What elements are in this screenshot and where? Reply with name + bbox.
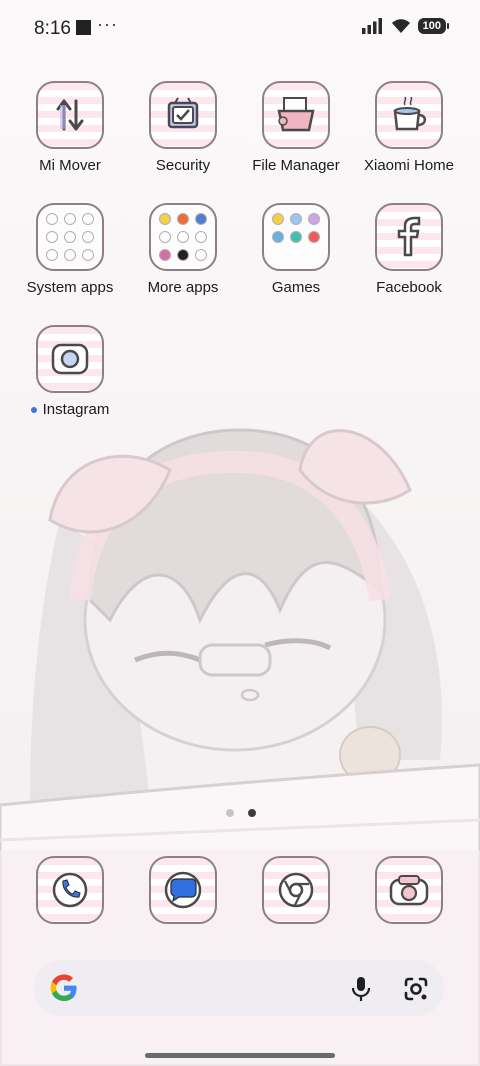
notification-icon — [76, 20, 91, 35]
dock-camera[interactable] — [353, 856, 465, 924]
app-label: System apps — [26, 279, 114, 296]
folder-more-apps[interactable]: More apps — [127, 203, 239, 296]
app-mi-mover[interactable]: Mi Mover — [14, 81, 126, 174]
folder-icon — [262, 203, 330, 271]
app-label: Facebook — [376, 279, 442, 296]
folder-icon — [36, 203, 104, 271]
google-logo-icon — [50, 974, 77, 1001]
folder-icon — [149, 203, 217, 271]
app-xiaomi-home[interactable]: Xiaomi Home — [353, 81, 465, 174]
app-instagram[interactable]: Instagram — [14, 325, 126, 418]
security-icon — [149, 81, 217, 149]
app-label: More apps — [147, 279, 219, 296]
more-notifications-icon: ··· — [97, 14, 118, 34]
battery-indicator: 100 — [417, 18, 450, 34]
app-label: Security — [155, 157, 211, 174]
signal-icon — [361, 18, 382, 34]
app-label: Mi Mover — [39, 157, 101, 174]
app-security[interactable]: Security — [127, 81, 239, 174]
status-time: 8:16 — [34, 18, 71, 39]
page-indicator[interactable] — [226, 809, 256, 817]
dock-messages[interactable] — [127, 856, 239, 924]
google-lens-icon[interactable] — [402, 975, 430, 1003]
microphone-icon[interactable] — [350, 975, 372, 1003]
messages-icon — [149, 856, 217, 924]
app-label: Games — [271, 279, 321, 296]
file-manager-icon — [262, 81, 330, 149]
wifi-icon — [391, 19, 410, 33]
facebook-icon — [375, 203, 443, 271]
page-dot[interactable] — [226, 809, 234, 817]
google-search-bar[interactable] — [34, 960, 444, 1016]
status-indicators: 100 — [361, 18, 450, 34]
app-label: File Manager — [252, 157, 340, 174]
app-label: Instagram — [14, 401, 126, 418]
app-facebook[interactable]: Facebook — [353, 203, 465, 296]
instagram-icon — [36, 325, 104, 393]
gesture-nav-handle[interactable] — [145, 1053, 335, 1058]
folder-system-apps[interactable]: System apps — [14, 203, 126, 296]
new-badge — [30, 407, 37, 414]
chrome-icon — [262, 856, 330, 924]
xiaomi-home-icon — [375, 81, 443, 149]
folder-games[interactable]: Games — [240, 203, 352, 296]
page-dot-active[interactable] — [248, 809, 256, 817]
app-label-text: Instagram — [42, 401, 110, 418]
camera-icon — [375, 856, 443, 924]
dock-phone[interactable] — [14, 856, 126, 924]
app-file-manager[interactable]: File Manager — [240, 81, 352, 174]
dock-chrome[interactable] — [240, 856, 352, 924]
phone-icon — [36, 856, 104, 924]
mi-mover-icon — [36, 81, 104, 149]
app-label: Xiaomi Home — [363, 157, 455, 174]
status-bar: 8:16 ··· 100 — [0, 0, 480, 56]
